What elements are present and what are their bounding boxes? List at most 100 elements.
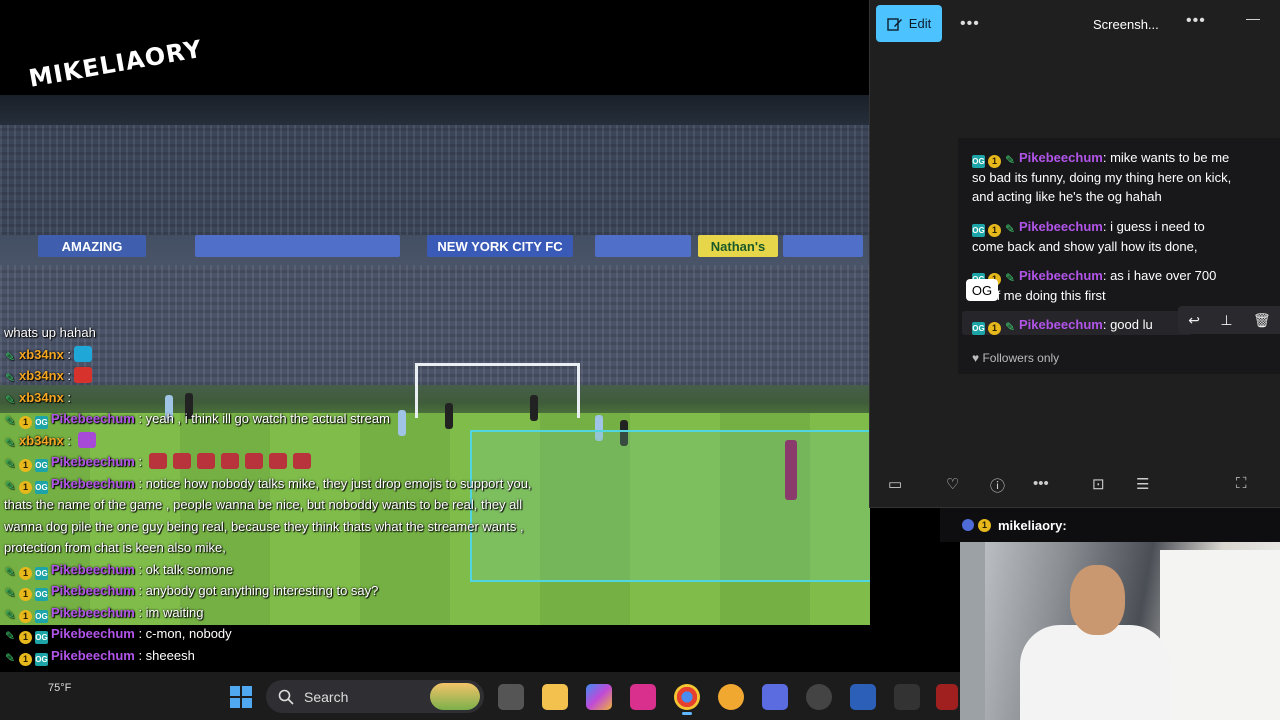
og-badge-icon: OG (35, 480, 48, 494)
chat-text: and acting like he's the og hahah (972, 189, 1162, 204)
chat-separator: : (63, 346, 72, 362)
og-badge-icon: OG (35, 652, 48, 666)
word-icon[interactable] (850, 684, 876, 710)
chat-message: ✎ 1 OG Pikebeechum : anybody got anything i… (0, 580, 540, 602)
coin-badge-icon: 1 (19, 609, 32, 623)
task-view-icon[interactable] (498, 684, 524, 710)
taskbar-search[interactable]: Search (266, 680, 484, 713)
chat-username[interactable]: Pikebeechum (51, 562, 135, 577)
title-more-button[interactable]: ••• (1186, 12, 1206, 30)
og-badge-icon: OG (35, 609, 48, 623)
chat-separator: : (1102, 219, 1111, 234)
app-icon-2[interactable] (894, 684, 920, 710)
trash-icon[interactable]: 🗑 (1253, 312, 1271, 329)
emote-icon (77, 431, 96, 448)
coin-badge-icon: 1 (19, 631, 32, 644)
chat-text: as i have over 700 (1110, 268, 1217, 283)
adjust-icon[interactable]: ☰ (1136, 475, 1149, 493)
chat-separator: : (1102, 268, 1111, 283)
coin-badge-icon: 1 (19, 652, 32, 666)
chat-separator: : (1102, 150, 1111, 165)
chat-text: whats up hahah (4, 325, 96, 340)
fullscreen-icon[interactable]: ⛶ (1236, 475, 1247, 492)
chat-username[interactable]: xb34nx (19, 347, 64, 362)
chat-text: yeah , i think ill go watch the actual s… (145, 411, 390, 426)
crop-icon[interactable]: ⊡ (1092, 475, 1105, 493)
coin-badge-icon: 1 (19, 480, 32, 494)
emote-icon (244, 453, 263, 469)
coin-badge-icon: 1 (988, 155, 1001, 168)
copilot-icon[interactable] (586, 684, 612, 710)
coin-badge-icon: 1 (978, 518, 991, 532)
viewer-bottom-toolbar: ▭ ♡ ⓘ ••• ⊡ ☰ ⛶ (870, 470, 1280, 500)
weather-widget[interactable]: 75°F (48, 682, 71, 694)
streamer-head (1070, 565, 1125, 635)
chat-separator: : (63, 389, 72, 405)
chat-username[interactable]: xb34nx (19, 433, 64, 448)
reply-icon[interactable]: ↩ (1188, 312, 1200, 329)
chat-message: ✎ 1 OG Pikebeechum : sheeesh (0, 645, 540, 667)
screenshot-chat-line: OG1✎Pikebeechum: as i have over 700 (972, 266, 1272, 286)
sun-app-icon[interactable] (718, 684, 744, 710)
picsart-icon[interactable] (630, 684, 656, 710)
screenshot-chat-line: and acting like he's the og hahah (972, 187, 1272, 207)
coin-badge-icon: 1 (19, 416, 32, 429)
emote-icon (172, 453, 191, 469)
search-icon (278, 689, 294, 705)
pen-badge-icon: ✎ (1004, 320, 1016, 334)
edit-button[interactable]: Edit (876, 5, 942, 42)
app-icon-3[interactable] (936, 684, 958, 710)
edit-icon (887, 17, 902, 31)
adboard-icons (195, 235, 400, 257)
emote-icon (292, 453, 311, 469)
chat-username[interactable]: Pikebeechum (51, 411, 135, 426)
chat-username[interactable]: xb34nx (19, 390, 64, 405)
windows-start-icon[interactable] (230, 686, 252, 708)
chat-username[interactable]: Pikebeechum (51, 454, 135, 469)
obs-icon[interactable] (806, 684, 832, 710)
emote-icon (148, 453, 167, 469)
stadium-upper-stands (0, 125, 870, 235)
pen-badge-icon: ✎ (4, 650, 16, 665)
info-icon[interactable]: ⓘ (990, 475, 1005, 496)
screenshot-chat-line: os of me doing this first (972, 286, 1272, 306)
heart-icon: ♥ (972, 351, 980, 365)
chat-separator: : (63, 368, 72, 383)
pin-icon[interactable]: ⊥ (1220, 312, 1232, 329)
goalkeeper (785, 440, 797, 500)
chat-message: ✎ 1 OG Pikebeechum : notice how nobody talk… (0, 473, 540, 559)
screenshot-chat-line: so bad its funny, doing my thing here on… (972, 168, 1272, 188)
pen-badge-icon: ✎ (1004, 222, 1016, 236)
pen-badge-icon: ✎ (4, 392, 16, 407)
heart-icon[interactable]: ♡ (946, 475, 959, 493)
adboard-nathans: Nathan's (698, 235, 778, 257)
chat-username: Pikebeechum (1019, 268, 1103, 283)
pen-badge-icon: ✎ (4, 457, 16, 471)
viewer-toolbar: Edit ••• (876, 5, 1280, 42)
window-title: Screensh... (1093, 17, 1159, 32)
og-badge-icon: OG (35, 459, 48, 472)
logo-text: MIKELIAORY (26, 34, 205, 93)
chat-username[interactable]: Pikebeechum (51, 626, 135, 641)
chat-username[interactable]: xb34nx (19, 368, 64, 383)
chat-separator: : (134, 411, 146, 426)
chat-username[interactable]: Pikebeechum (51, 648, 135, 663)
chat-username[interactable]: Pikebeechum (51, 476, 135, 491)
chat-username[interactable]: Pikebeechum (51, 605, 135, 620)
app-icon[interactable] (762, 684, 788, 710)
minimize-button[interactable]: — (1246, 10, 1260, 26)
pen-badge-icon: ✎ (4, 414, 16, 428)
chrome-icon[interactable] (674, 684, 700, 710)
chat-text: im waiting (145, 604, 204, 620)
more-icon[interactable]: ••• (1033, 475, 1049, 492)
chat-username[interactable]: Pikebeechum (51, 583, 135, 598)
file-explorer-icon[interactable] (542, 684, 568, 710)
more-options-button[interactable]: ••• (960, 15, 980, 33)
chat-message: ✎ 1 OG Pikebeechum : (0, 451, 540, 473)
pen-badge-icon: ✎ (4, 629, 16, 643)
og-badge-icon: OG (35, 631, 48, 644)
og-tooltip: OG (966, 279, 998, 301)
filmstrip-icon[interactable]: ▭ (888, 475, 902, 493)
pen-badge-icon: ✎ (4, 564, 16, 579)
adboard-text: AMAZING (61, 238, 123, 254)
